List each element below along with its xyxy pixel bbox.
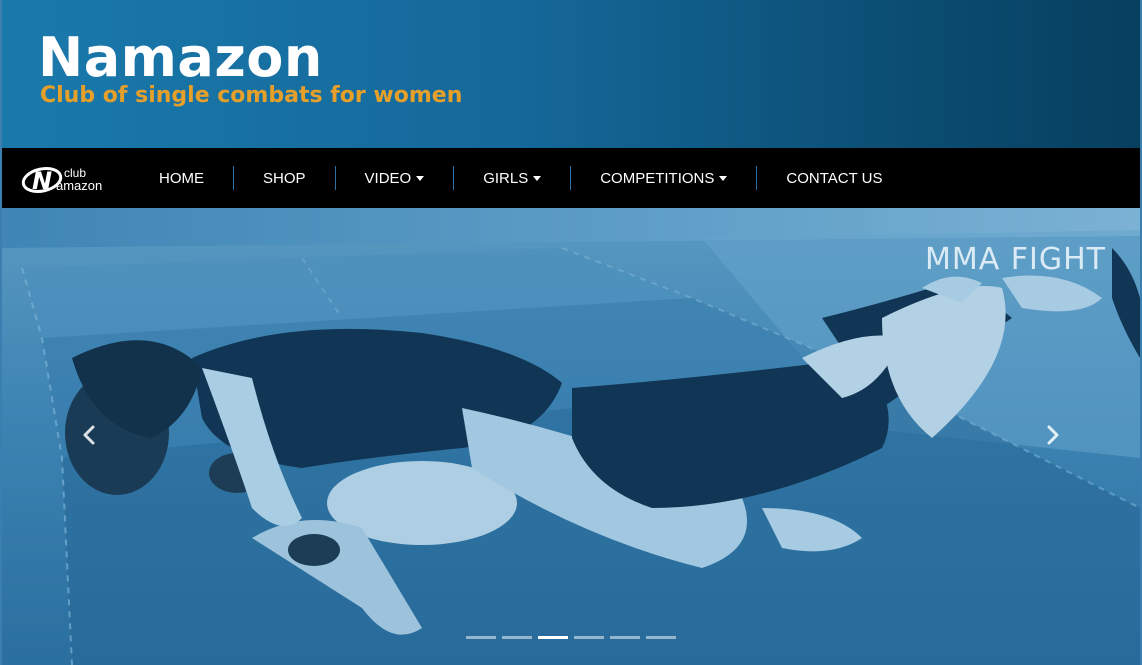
site-tagline: Club of single combats for women — [40, 83, 463, 108]
slide-caption: MMA FIGHT — [924, 242, 1106, 277]
nav-item-home[interactable]: HOME — [130, 166, 233, 190]
carousel-indicator[interactable] — [646, 636, 676, 639]
caret-down-icon — [719, 175, 728, 181]
logo-text-bottom: amazon — [56, 178, 102, 193]
main-navbar: N club amazon HOME SHOP VIDEO GIRLS COMP… — [2, 148, 1140, 208]
nav-item-label: VIDEO — [364, 169, 412, 187]
caret-down-icon — [533, 175, 542, 181]
page: Namazon Club of single combats for women… — [0, 0, 1142, 665]
carousel-indicators — [2, 636, 1140, 639]
carousel-indicator[interactable] — [502, 636, 532, 639]
chevron-left-icon — [83, 425, 95, 445]
chevron-right-icon — [1047, 425, 1059, 445]
hero-carousel[interactable]: MMA FIGHT — [2, 208, 1140, 665]
nav-item-video[interactable]: VIDEO — [334, 166, 454, 190]
nav-item-contact-us[interactable]: CONTACT US — [756, 166, 911, 190]
caret-down-icon — [416, 175, 425, 181]
logo-letter: N — [32, 167, 52, 195]
nav-item-competitions[interactable]: COMPETITIONS — [570, 166, 756, 190]
nav-item-shop[interactable]: SHOP — [233, 166, 335, 190]
nav-item-label: GIRLS — [483, 169, 529, 187]
carousel-indicator[interactable] — [574, 636, 604, 639]
carousel-next-button[interactable] — [1038, 420, 1068, 450]
nav-item-girls[interactable]: GIRLS — [453, 166, 570, 190]
nav-item-label: HOME — [159, 169, 204, 187]
nav-item-label: CONTACT US — [786, 169, 883, 187]
carousel-indicator-active[interactable] — [538, 636, 568, 639]
site-header: Namazon Club of single combats for women — [2, 0, 1140, 148]
carousel-indicator[interactable] — [610, 636, 640, 639]
site-title[interactable]: Namazon — [38, 26, 323, 90]
carousel-prev-button[interactable] — [74, 420, 104, 450]
nav-item-label: SHOP — [263, 169, 306, 187]
namazon-logo-icon[interactable]: N club amazon — [20, 158, 116, 198]
carousel-indicator[interactable] — [466, 636, 496, 639]
nav-item-label: COMPETITIONS — [600, 169, 715, 187]
